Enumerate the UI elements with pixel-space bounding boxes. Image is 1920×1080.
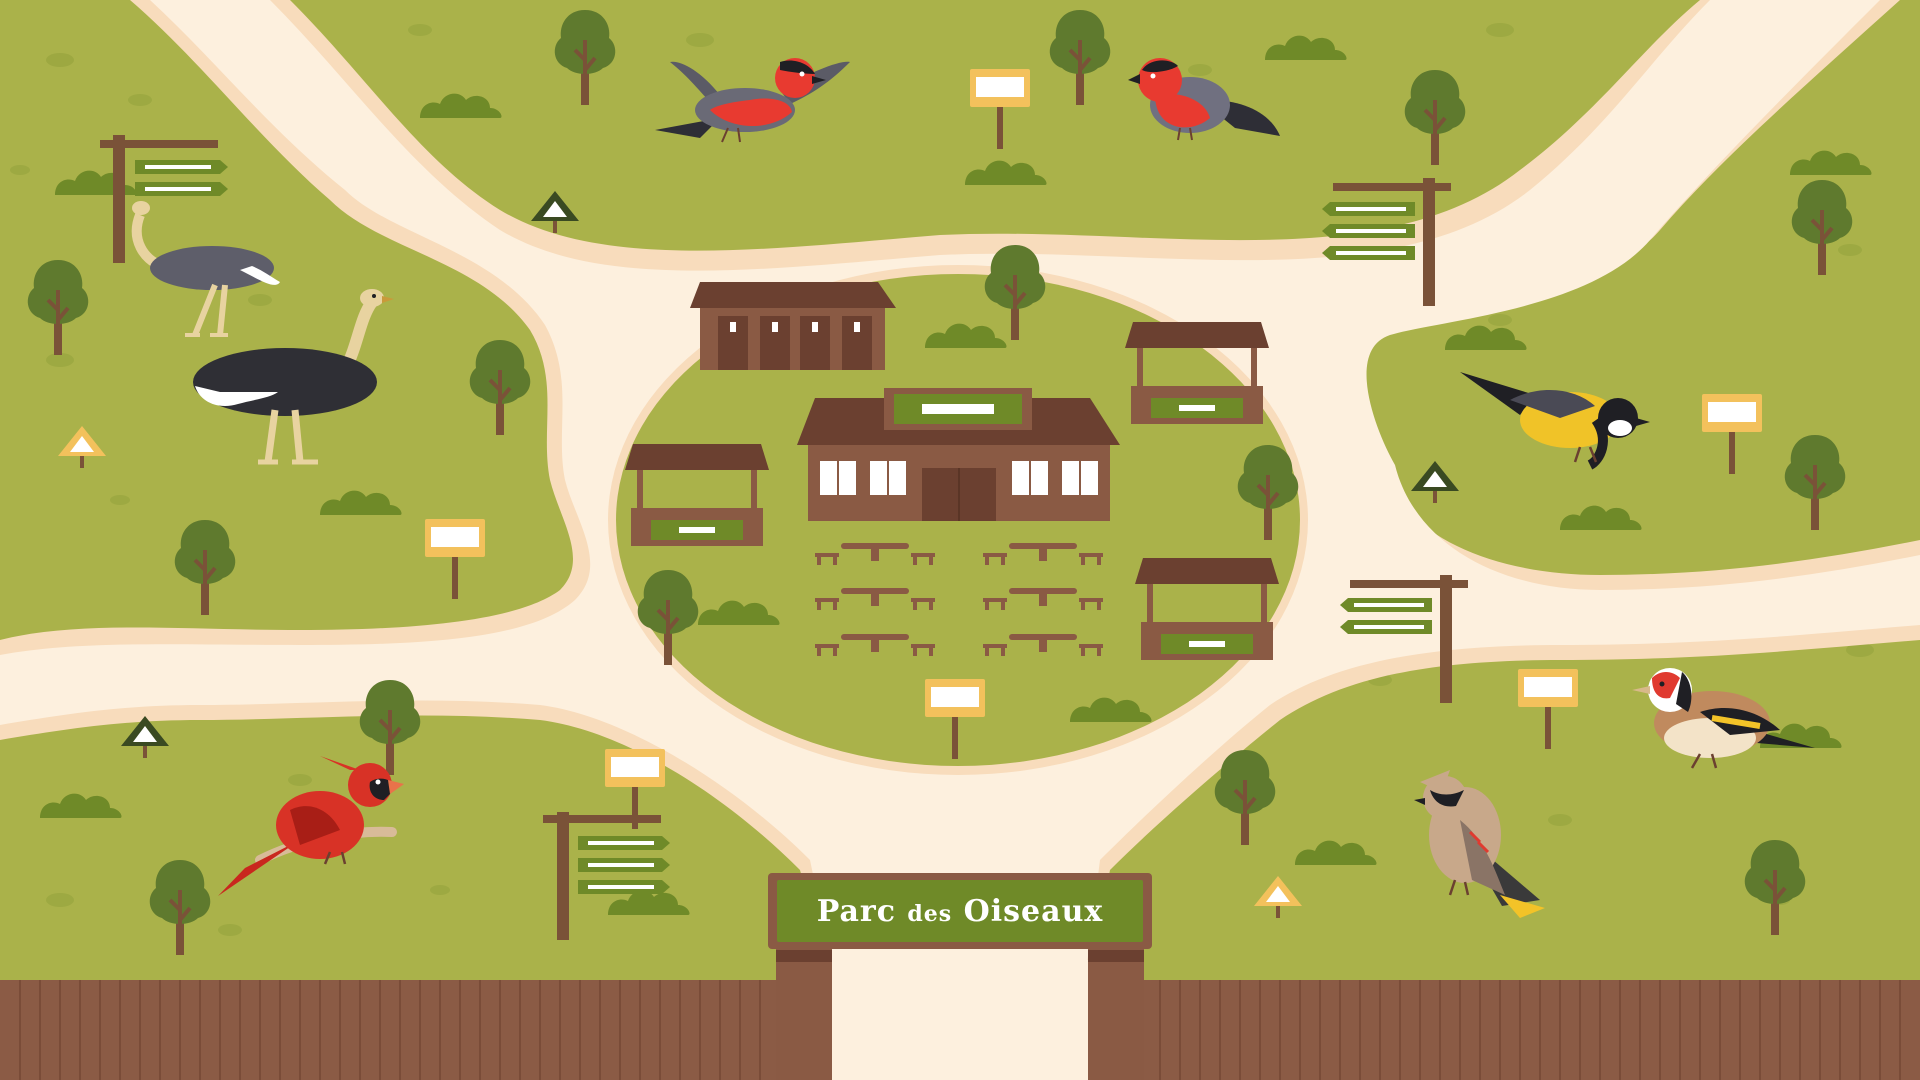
toilets-building[interactable] [690,282,896,370]
park-name: Parc des Oiseaux [817,894,1104,929]
entrance-sign: Parc des Oiseaux [768,873,1152,949]
park-name-part2: des [907,900,953,927]
park-name-part3: Oiseaux [963,893,1104,929]
entrance-path [832,960,1088,1080]
main-visitor-center[interactable] [797,388,1120,521]
park-name-part1: Parc [816,893,896,929]
entrance-sign-panel: Parc des Oiseaux [777,880,1143,942]
park-map: Parc des Oiseaux [0,0,1920,1080]
